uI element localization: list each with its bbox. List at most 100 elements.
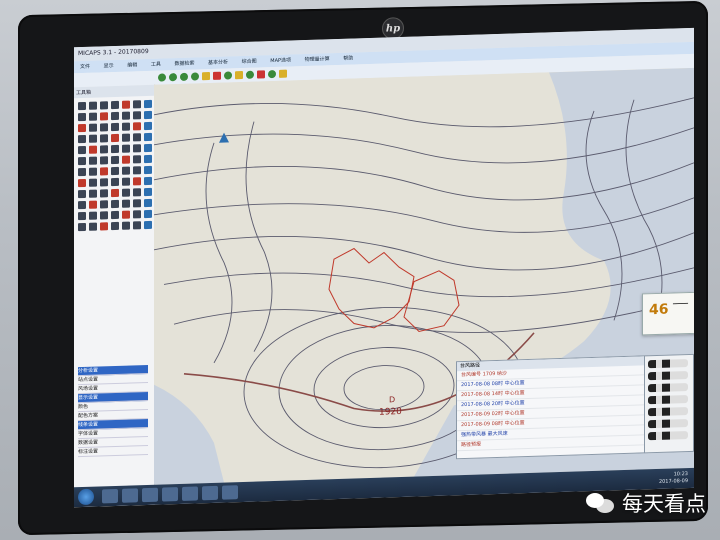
tool-icon[interactable]	[133, 210, 141, 219]
tool-icon[interactable]	[89, 101, 97, 110]
tool-icon[interactable]	[133, 177, 141, 186]
tool-icon[interactable]	[78, 156, 86, 166]
tool-icon[interactable]	[89, 112, 97, 121]
tool-icon[interactable]	[89, 145, 97, 154]
tool-icon[interactable]	[111, 210, 119, 220]
tool-icon[interactable]	[78, 123, 86, 133]
tool-icon[interactable]	[111, 122, 119, 132]
toolbar-button[interactable]	[169, 73, 177, 82]
toolbar-button[interactable]	[202, 72, 210, 81]
list-item[interactable]: 标注设置	[78, 445, 148, 458]
tool-icon[interactable]	[89, 134, 97, 143]
toolbar-button[interactable]	[235, 70, 243, 80]
tool-icon[interactable]	[100, 167, 108, 176]
menu-item-map-options[interactable]: MAP选项	[264, 54, 297, 67]
tool-icon[interactable]	[122, 133, 130, 142]
tool-icon[interactable]	[122, 100, 130, 109]
tool-icon[interactable]	[122, 221, 130, 230]
tool-icon[interactable]	[111, 166, 119, 176]
tool-icon[interactable]	[111, 155, 119, 165]
tool-icon[interactable]	[78, 112, 86, 122]
tool-icon[interactable]	[122, 199, 130, 208]
tool-icon[interactable]	[111, 144, 119, 154]
taskbar-app-icon[interactable]	[122, 488, 138, 503]
menu-item-tools[interactable]: 工具	[145, 58, 167, 71]
toolbar-button[interactable]	[180, 72, 188, 81]
weather-symbol-icon[interactable]	[648, 419, 688, 429]
tool-icon[interactable]	[144, 176, 152, 186]
tool-icon[interactable]	[78, 178, 86, 188]
tool-icon[interactable]	[100, 112, 108, 121]
menu-item-view[interactable]: 显示	[98, 60, 120, 73]
taskbar-app-icon[interactable]	[182, 486, 198, 501]
tool-icon[interactable]	[100, 222, 108, 231]
tool-icon[interactable]	[100, 200, 108, 209]
tool-icon[interactable]	[144, 165, 152, 175]
tool-icon[interactable]	[144, 154, 152, 164]
tool-icon[interactable]	[100, 178, 108, 187]
tool-icon[interactable]	[144, 99, 152, 109]
taskbar-app-icon[interactable]	[102, 488, 118, 504]
toolbar-button[interactable]	[279, 69, 287, 78]
tool-icon[interactable]	[133, 155, 141, 164]
tool-icon[interactable]	[144, 198, 152, 208]
tool-icon[interactable]	[89, 222, 97, 231]
weather-symbol-icon[interactable]	[648, 359, 688, 369]
tool-icon[interactable]	[111, 100, 119, 110]
tool-icon[interactable]	[133, 199, 141, 208]
toolbar-button[interactable]	[158, 73, 166, 82]
tool-icon[interactable]	[122, 122, 130, 131]
weather-symbol-icon[interactable]	[648, 395, 688, 405]
tool-icon[interactable]	[78, 167, 86, 177]
tool-icon[interactable]	[89, 178, 97, 187]
tool-icon[interactable]	[144, 132, 152, 142]
tool-icon[interactable]	[78, 222, 86, 232]
tool-icon[interactable]	[133, 166, 141, 175]
weather-symbol-icon[interactable]	[648, 431, 688, 441]
toolbar-button[interactable]	[191, 72, 199, 81]
tool-icon[interactable]	[122, 177, 130, 186]
toolbar-button[interactable]	[268, 69, 276, 79]
toolbar-button[interactable]	[224, 71, 232, 80]
tool-icon[interactable]	[78, 145, 86, 155]
tool-icon[interactable]	[122, 210, 130, 219]
tool-icon[interactable]	[111, 199, 119, 209]
tool-icon[interactable]	[89, 123, 97, 132]
tool-icon[interactable]	[100, 123, 108, 132]
tool-icon[interactable]	[111, 177, 119, 187]
tool-icon[interactable]	[133, 221, 141, 230]
tool-icon[interactable]	[78, 200, 86, 210]
tool-icon[interactable]	[78, 134, 86, 144]
tool-icon[interactable]	[144, 209, 152, 219]
tool-icon[interactable]	[111, 133, 119, 143]
tool-icon[interactable]	[144, 143, 152, 153]
tool-icon[interactable]	[144, 121, 152, 131]
tool-icon[interactable]	[78, 101, 86, 111]
taskbar-app-icon[interactable]	[222, 485, 238, 500]
tool-icon[interactable]	[144, 187, 152, 197]
tool-icon[interactable]	[133, 144, 141, 153]
tool-icon[interactable]	[100, 145, 108, 154]
tool-icon[interactable]	[100, 211, 108, 220]
tool-icon[interactable]	[100, 134, 108, 143]
toolbar-button[interactable]	[257, 70, 265, 79]
menu-item-data[interactable]: 数据检索	[168, 57, 200, 70]
menu-item-analysis[interactable]: 基本分析	[202, 56, 234, 69]
tool-icon[interactable]	[133, 188, 141, 197]
tool-icon[interactable]	[89, 189, 97, 198]
tool-icon[interactable]	[78, 189, 86, 199]
tool-icon[interactable]	[100, 189, 108, 198]
start-button[interactable]	[78, 488, 94, 506]
toolbar-button[interactable]	[246, 70, 254, 79]
weather-symbol-icon[interactable]	[648, 371, 688, 381]
tool-icon[interactable]	[144, 110, 152, 120]
taskbar-app-icon[interactable]	[142, 487, 158, 503]
tool-icon[interactable]	[89, 167, 97, 176]
tool-icon[interactable]	[133, 133, 141, 142]
tool-icon[interactable]	[122, 111, 130, 120]
tool-icon[interactable]	[122, 144, 130, 153]
tool-icon[interactable]	[133, 111, 141, 120]
menu-item-file[interactable]: 文件	[74, 61, 96, 74]
weather-symbol-icon[interactable]	[648, 407, 688, 417]
system-clock[interactable]: 10:23 2017-08-09	[659, 471, 688, 486]
